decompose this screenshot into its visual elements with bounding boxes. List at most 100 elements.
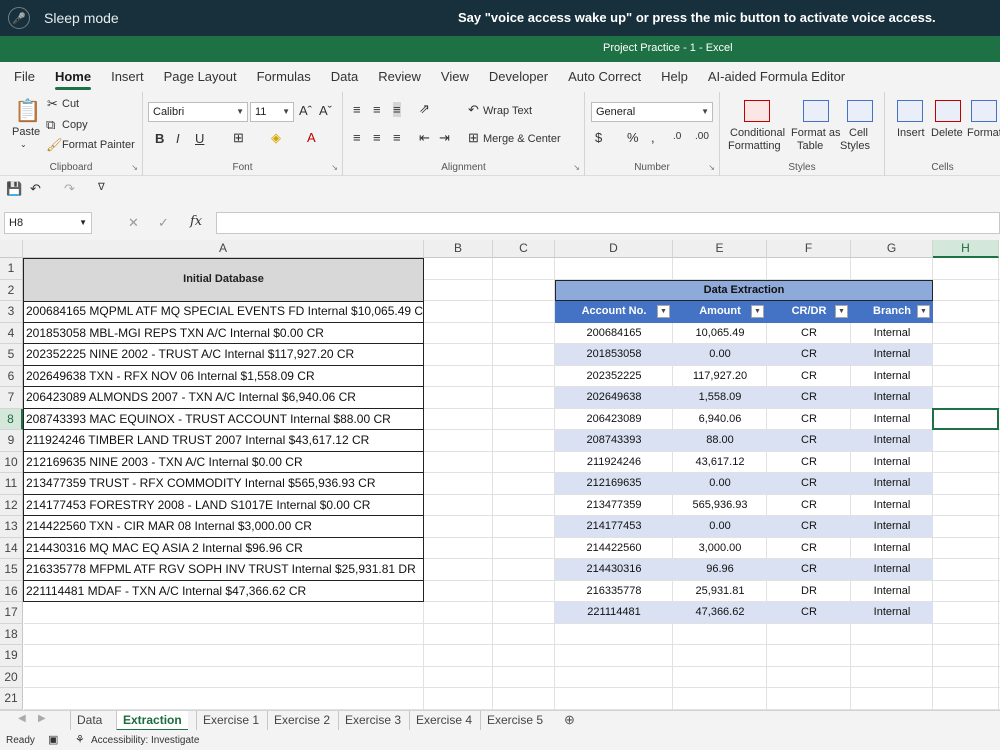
align-left-icon[interactable]: ≡ <box>353 130 361 145</box>
align-middle-icon[interactable]: ≡ <box>373 102 381 117</box>
filter-dropdown-icon[interactable]: ▼ <box>657 305 670 318</box>
select-all-corner[interactable] <box>0 240 23 258</box>
row-header[interactable]: 4 <box>0 322 23 344</box>
extraction-cell[interactable]: 200684165 <box>555 323 673 344</box>
extraction-cell[interactable]: 25,931.81 <box>673 581 767 602</box>
row-header[interactable]: 11 <box>0 473 23 495</box>
extraction-cell[interactable]: 208743393 <box>555 430 673 451</box>
merge-center-button[interactable]: Merge & Center <box>483 133 561 145</box>
delete-button[interactable]: Delete <box>931 127 963 139</box>
row-header[interactable]: 17 <box>0 602 23 624</box>
extraction-cell[interactable]: 221114481 <box>555 602 673 623</box>
menu-tab-insert[interactable]: Insert <box>111 62 144 92</box>
copy-icon[interactable]: ⧉ <box>46 117 55 133</box>
sheet-tab-extraction[interactable]: Extraction <box>116 711 188 731</box>
extraction-cell[interactable]: 213477359 <box>555 495 673 516</box>
align-bottom-icon[interactable]: ≡ <box>393 102 401 117</box>
column-header-b[interactable]: B <box>424 240 493 258</box>
borders-icon[interactable]: ⊞ <box>233 130 244 146</box>
menu-tab-formulas[interactable]: Formulas <box>257 62 311 92</box>
wrap-text-button[interactable]: Wrap Text <box>483 105 532 117</box>
extraction-cell[interactable]: 0.00 <box>673 516 767 537</box>
extraction-cell[interactable]: CR <box>767 473 851 494</box>
decrease-font-icon[interactable]: Aˇ <box>319 103 332 118</box>
sheet-tab-exercise-3[interactable]: Exercise 3 <box>338 711 407 731</box>
menu-tab-ai-aided-formula-editor[interactable]: AI-aided Formula Editor <box>708 62 845 92</box>
initial-database-row[interactable]: 214430316 MQ MAC EQ ASIA 2 Internal $96.… <box>23 537 424 559</box>
extraction-cell[interactable]: CR <box>767 344 851 365</box>
extraction-cell[interactable]: Internal <box>851 387 933 408</box>
extraction-cell[interactable]: CR <box>767 516 851 537</box>
extraction-cell[interactable]: CR <box>767 430 851 451</box>
format-painter-button[interactable]: Format Painter <box>62 139 135 151</box>
extraction-cell[interactable]: 565,936.93 <box>673 495 767 516</box>
menu-tab-developer[interactable]: Developer <box>489 62 548 92</box>
filter-dropdown-icon[interactable]: ▼ <box>751 305 764 318</box>
menu-tab-page-layout[interactable]: Page Layout <box>164 62 237 92</box>
initial-database-row[interactable]: 211924246 TIMBER LAND TRUST 2007 Interna… <box>23 430 424 452</box>
alignment-launcher-icon[interactable]: ↘ <box>573 163 580 172</box>
extraction-cell[interactable]: Internal <box>851 495 933 516</box>
menu-tab-view[interactable]: View <box>441 62 469 92</box>
decrease-indent-icon[interactable]: ⇤ <box>419 130 430 146</box>
extraction-cell[interactable]: 202352225 <box>555 366 673 387</box>
decrease-decimal-icon[interactable]: .00 <box>695 131 709 142</box>
prev-sheet-icon[interactable]: ◀ <box>18 713 26 724</box>
extraction-cell[interactable]: 6,940.06 <box>673 409 767 430</box>
enter-icon[interactable]: ✓ <box>158 215 169 231</box>
extraction-cell[interactable]: Internal <box>851 409 933 430</box>
sheet-tab-exercise-4[interactable]: Exercise 4 <box>409 711 478 731</box>
extraction-cell[interactable]: Internal <box>851 430 933 451</box>
initial-database-row[interactable]: 202352225 NINE 2002 - TRUST A/C Internal… <box>23 344 424 366</box>
insert-icon[interactable] <box>897 100 923 122</box>
extraction-cell[interactable]: 3,000.00 <box>673 538 767 559</box>
row-header[interactable]: 9 <box>0 430 23 452</box>
undo-icon[interactable]: ↶ <box>30 181 41 197</box>
column-header-f[interactable]: F <box>767 240 851 258</box>
extraction-cell[interactable]: Internal <box>851 581 933 602</box>
increase-indent-icon[interactable]: ⇥ <box>439 130 450 146</box>
customize-qat-icon[interactable]: ∇ <box>98 182 105 193</box>
save-icon[interactable]: 💾 <box>6 181 22 197</box>
fill-color-icon[interactable]: ◈ <box>271 130 281 146</box>
name-box[interactable]: H8 ▼ <box>4 212 92 234</box>
row-header[interactable]: 12 <box>0 494 23 516</box>
extraction-cell[interactable]: 0.00 <box>673 344 767 365</box>
extraction-cell[interactable]: 214422560 <box>555 538 673 559</box>
column-header-c[interactable]: C <box>493 240 555 258</box>
row-header[interactable]: 3 <box>0 301 23 323</box>
extraction-cell[interactable]: 0.00 <box>673 473 767 494</box>
format-as-table-button[interactable]: Format as <box>791 127 841 139</box>
insert-function-icon[interactable]: fx <box>190 214 202 229</box>
accessibility-icon[interactable]: ⚘ <box>75 733 85 746</box>
extraction-cell[interactable]: CR <box>767 409 851 430</box>
row-header[interactable]: 8 <box>0 408 23 430</box>
extraction-cell[interactable]: CR <box>767 538 851 559</box>
cut-icon[interactable]: ✂ <box>47 96 58 112</box>
extraction-cell[interactable]: 214177453 <box>555 516 673 537</box>
format-button[interactable]: Format <box>967 127 1000 139</box>
font-name-select[interactable]: Calibri ▼ <box>148 102 248 122</box>
next-sheet-icon[interactable]: ▶ <box>38 713 46 724</box>
orientation-icon[interactable]: ⇗ <box>419 101 430 117</box>
menu-tab-review[interactable]: Review <box>378 62 421 92</box>
percent-icon[interactable]: % <box>627 130 639 145</box>
extraction-cell[interactable]: Internal <box>851 323 933 344</box>
redo-icon[interactable]: ↷ <box>64 181 75 197</box>
conditional-formatting-icon[interactable] <box>744 100 770 122</box>
menu-tab-auto-correct[interactable]: Auto Correct <box>568 62 641 92</box>
conditional-formatting-line2[interactable]: Formatting <box>728 140 781 152</box>
column-header-a[interactable]: A <box>23 240 424 258</box>
extraction-cell[interactable]: Internal <box>851 452 933 473</box>
format-painter-icon[interactable]: 🖌 <box>46 137 63 153</box>
extraction-cell[interactable]: 201853058 <box>555 344 673 365</box>
extraction-cell[interactable]: DR <box>767 581 851 602</box>
underline-icon[interactable]: U <box>195 131 204 146</box>
menu-tab-home[interactable]: Home <box>54 62 92 92</box>
paste-icon[interactable]: 📋 <box>14 98 41 124</box>
row-header[interactable]: 15 <box>0 559 23 581</box>
increase-decimal-icon[interactable]: .0 <box>673 131 681 142</box>
menu-tab-file[interactable]: File <box>14 62 35 92</box>
number-launcher-icon[interactable]: ↘ <box>708 163 715 172</box>
extraction-cell[interactable]: CR <box>767 602 851 623</box>
